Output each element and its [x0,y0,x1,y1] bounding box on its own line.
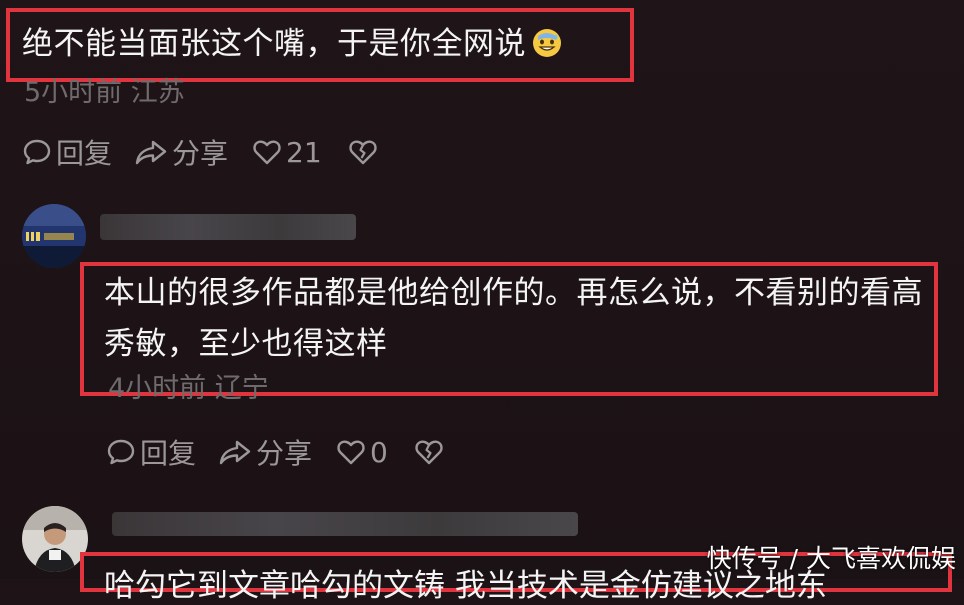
sweat-smile-emoji-icon [532,28,562,58]
share-button[interactable]: 分享 [218,432,312,472]
speech-bubble-icon [107,439,135,465]
reply-button[interactable]: 回复 [106,432,196,472]
reply-label: 回复 [140,437,197,470]
comment-actions: 回复 分享 0 [106,432,444,472]
broken-heart-icon [349,140,377,165]
reply-label: 回复 [56,137,113,170]
like-count: 0 [370,435,388,469]
broken-heart-icon [415,440,443,465]
comment-body: 绝不能当面张这个嘴，于是你全网说 [22,26,526,62]
heart-icon [337,440,365,465]
like-button[interactable]: 0 [336,436,388,469]
comment-meta: 5小时前 江苏 [24,77,185,108]
share-arrow-icon [219,440,251,465]
comment-body: 本山的很多作品都是他给创作的。再怎么说，不看别的看高秀敏，至少也得这样 [104,275,923,362]
heart-icon [253,140,281,165]
dislike-button[interactable] [414,437,444,467]
share-arrow-icon [135,140,167,165]
comment-meta: 4小时前 辽宁 [108,373,269,404]
share-label: 分享 [256,437,313,470]
avatar[interactable] [22,506,88,572]
like-count: 21 [286,135,322,169]
share-label: 分享 [172,137,229,170]
comment-actions: 回复 分享 21 [22,132,378,172]
watermark: 快传号 / 大飞喜欢侃娱 [706,544,956,573]
share-button[interactable]: 分享 [134,132,228,172]
speech-bubble-icon [23,139,51,165]
username-redacted [112,512,578,536]
reply-button[interactable]: 回复 [22,132,112,172]
username-redacted [100,214,356,240]
avatar[interactable] [22,204,86,268]
dislike-button[interactable] [348,137,378,167]
comment-text: 绝不能当面张这个嘴，于是你全网说 [22,18,562,63]
like-button[interactable]: 21 [252,136,322,169]
